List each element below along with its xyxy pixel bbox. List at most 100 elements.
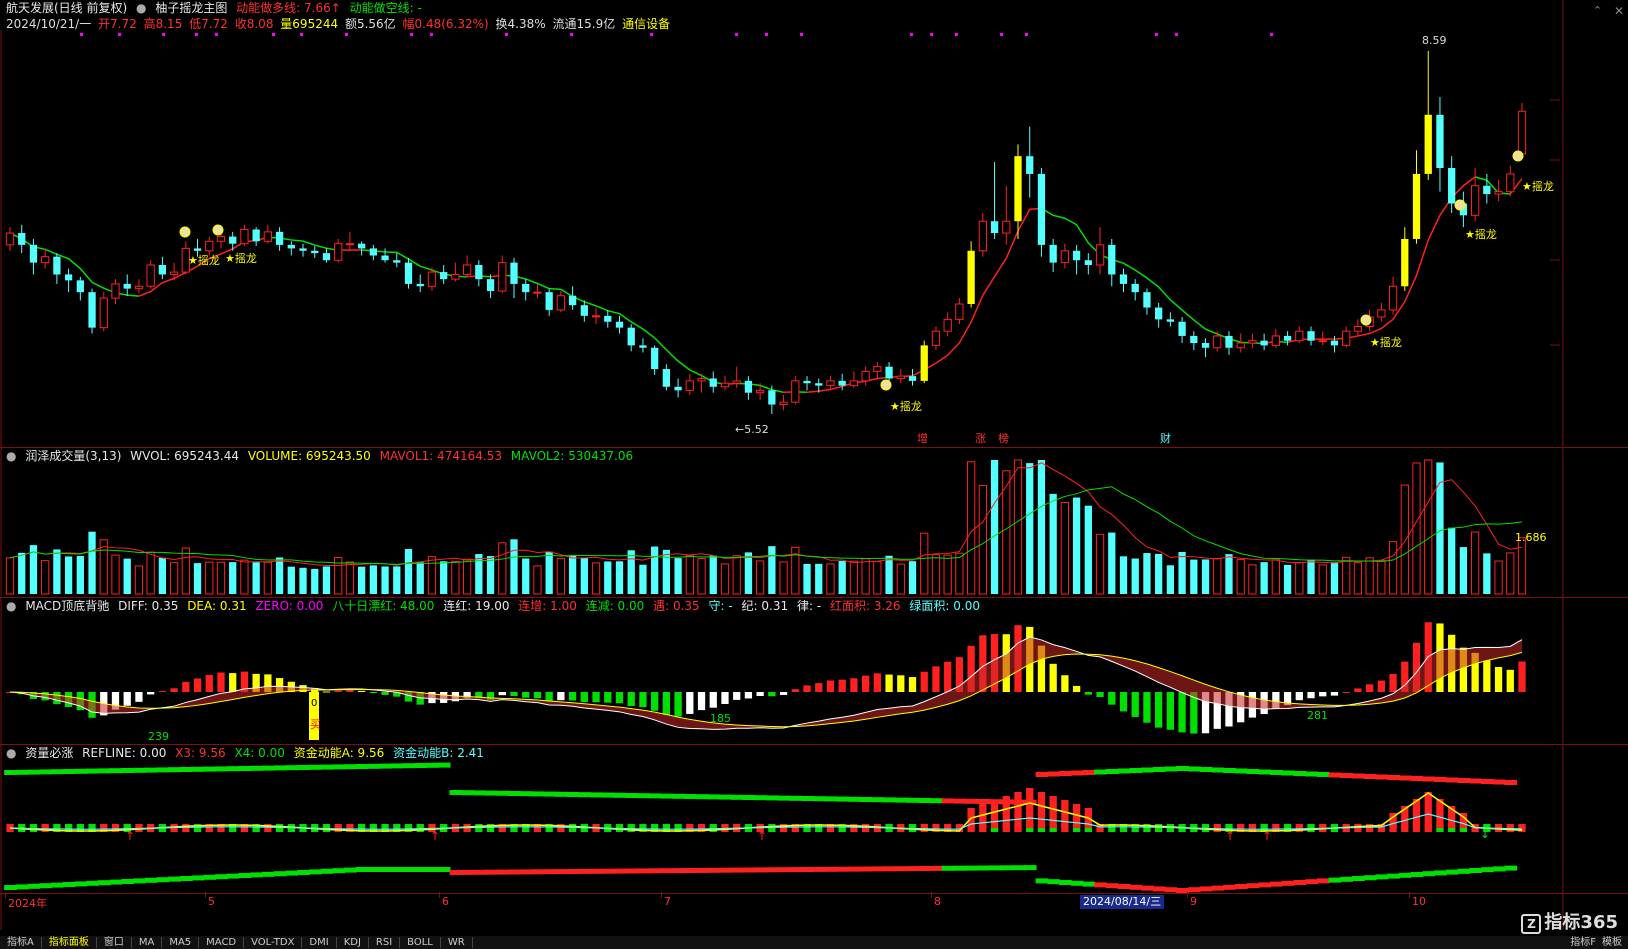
momentum-line — [502, 274, 726, 386]
candle-body — [311, 250, 319, 254]
fund-upper-step — [859, 797, 873, 802]
indicator-tab[interactable]: KDJ — [336, 937, 369, 948]
indicator-tab[interactable]: MACD — [199, 937, 245, 948]
stock-chart-canvas[interactable]: 8.59 ←5.52 ★摇龙 ★摇龙 ★摇龙 ★摇龙 ★摇龙 ★摇龙增 涨榜 财 1.686 239 1… — [0, 0, 1628, 949]
tab-right-item[interactable]: 模板 — [1602, 937, 1622, 948]
fund-upper-step — [179, 767, 193, 772]
buy-zero-mark: 0 — [311, 698, 317, 709]
fund-lower-step — [1504, 865, 1518, 871]
indicator-tab[interactable]: VOL-TDX — [244, 937, 303, 948]
signal-dot — [1270, 33, 1273, 36]
fund-upper-step — [262, 765, 275, 771]
fund-lower-step — [414, 867, 428, 872]
fund-lower-step — [1422, 871, 1436, 877]
fund-upper-step — [449, 790, 463, 795]
fund-lower-step — [1328, 877, 1342, 883]
time-axis-label: 6 — [442, 895, 449, 908]
event-tag: 涨 — [975, 432, 986, 445]
fund-peak-bar — [1026, 788, 1034, 828]
macd-histogram-bar — [1072, 685, 1081, 692]
volume-bar — [768, 546, 776, 594]
time-axis-label: 9 — [1190, 895, 1197, 908]
candle-body — [99, 297, 108, 329]
fund-lower-step — [1070, 880, 1084, 886]
signal-dot — [1175, 33, 1178, 36]
macd-histogram-bar — [193, 678, 202, 692]
candle-body — [1236, 342, 1245, 349]
volume-bar — [943, 554, 952, 595]
indicator-tab[interactable]: 指标面板 — [41, 937, 97, 948]
fund-lower-step — [918, 866, 932, 871]
fund-upper-step — [191, 766, 205, 772]
candle-body — [990, 221, 999, 234]
fund-upper-step — [1059, 771, 1072, 776]
volume-bar — [685, 555, 694, 595]
macd-histogram-bar — [662, 692, 671, 715]
macd-histogram-bar — [873, 673, 881, 692]
indicator-tab[interactable]: BOLL — [400, 937, 441, 948]
indicator-tab[interactable]: WR — [440, 937, 473, 948]
indicator-tab[interactable]: MA5 — [162, 937, 200, 948]
indicator-tab[interactable]: MA — [131, 937, 163, 948]
fund-lower-step — [648, 868, 662, 874]
signal-dot — [955, 33, 958, 36]
fund-lower-step — [1187, 887, 1201, 893]
macd-count-label: 239 — [148, 730, 169, 743]
fund-upper-step — [238, 766, 252, 771]
fund-lower-step — [344, 867, 357, 873]
volume-bar — [815, 563, 823, 594]
volume-bar — [1201, 559, 1210, 594]
candle-body — [1084, 260, 1092, 265]
fund-lower-step — [555, 869, 568, 875]
candle-body — [1353, 325, 1363, 332]
fund-upper-step — [484, 790, 498, 796]
candle-body — [849, 380, 859, 387]
volume-bar — [1459, 547, 1468, 594]
fund-upper-step — [1422, 776, 1436, 782]
volume-bar — [275, 557, 284, 594]
fund-lower-step — [1082, 881, 1096, 887]
indicator-tab[interactable]: 窗口 — [96, 937, 132, 948]
fund-up-arrow: ↑ — [757, 829, 767, 843]
macd-count-label: 185 — [710, 712, 731, 725]
macd-histogram-bar — [756, 692, 764, 697]
indicator-tab[interactable]: RSI — [368, 937, 401, 948]
fund-upper-step — [683, 794, 697, 799]
candle-body — [1143, 292, 1151, 308]
event-tag: 财 — [1160, 431, 1171, 445]
fund-lower-step — [238, 873, 252, 878]
high-price-label: 8.59 — [1422, 34, 1447, 47]
indicator-tab[interactable]: DMI — [302, 937, 337, 948]
volume-bar — [1260, 562, 1268, 594]
candle-body — [216, 236, 226, 242]
volume-bar — [744, 552, 753, 594]
fund-bar — [627, 824, 635, 832]
tab-right-item[interactable]: 指标F — [1570, 937, 1596, 948]
fund-upper-step — [1070, 770, 1084, 776]
time-axis-tick — [931, 892, 932, 898]
fund-lower-step — [754, 867, 767, 873]
volume-bar — [639, 564, 647, 594]
fund-lower-step — [390, 867, 404, 872]
candle-body — [1213, 335, 1222, 349]
volume-bar — [873, 561, 882, 595]
volume-bar — [1470, 531, 1480, 595]
volume-bar — [440, 561, 448, 594]
volume-bar — [462, 558, 472, 595]
fund-lower-step — [871, 866, 885, 872]
time-axis-tick — [661, 892, 662, 898]
fund-lower-step — [1340, 876, 1354, 882]
fund-lower-step — [449, 870, 463, 875]
candle-body — [404, 262, 413, 284]
fund-upper-step — [1363, 774, 1377, 779]
time-axis-tick — [439, 892, 440, 898]
fund-lower-step — [824, 866, 838, 872]
volume-bar — [1494, 560, 1503, 595]
volume-bar — [311, 568, 319, 594]
indicator-tab[interactable]: 指标A — [0, 937, 42, 948]
fund-upper-step — [754, 795, 767, 801]
candle-body — [978, 220, 987, 252]
macd-histogram-bar — [897, 675, 905, 692]
fund-lower-step — [1164, 887, 1178, 893]
cursor-date: 2024/08/14/三 — [1080, 895, 1165, 909]
